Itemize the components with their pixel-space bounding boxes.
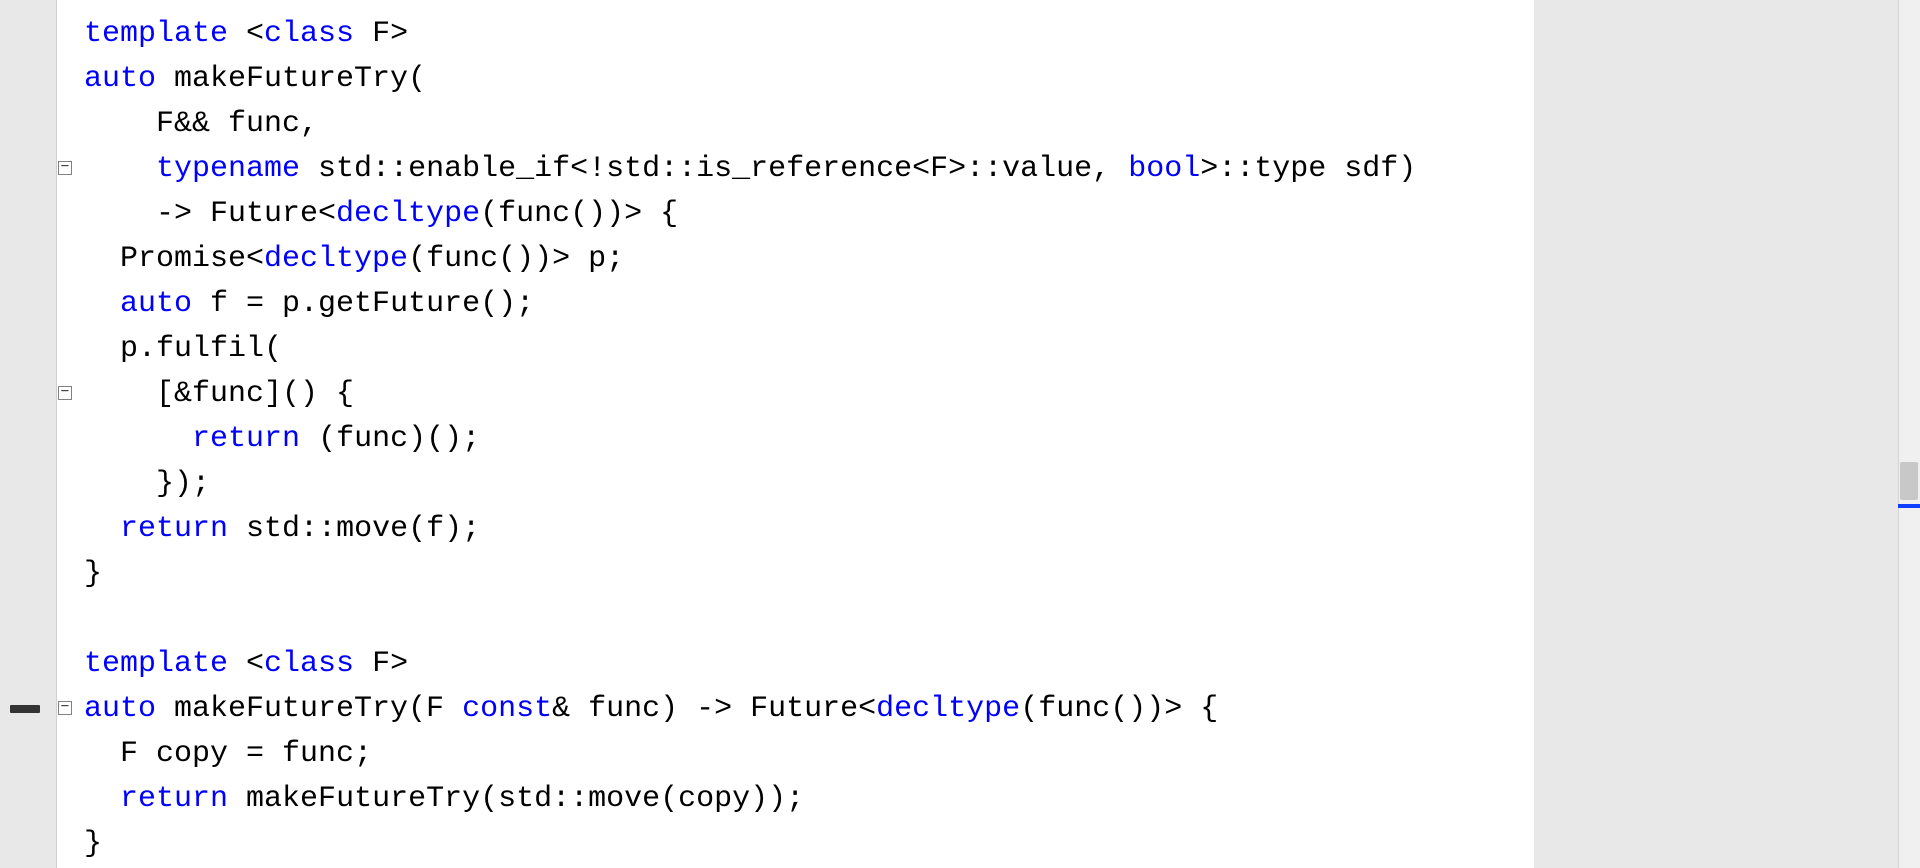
code-token: F&& func, (84, 107, 318, 141)
code-token-keyword: class (264, 647, 354, 681)
code-token: Promise< (84, 242, 264, 276)
code-token (84, 782, 120, 816)
code-token: F copy = func; (84, 737, 372, 771)
code-token-keyword: return (192, 422, 300, 456)
code-line[interactable]: } (84, 826, 102, 862)
code-token-keyword: decltype (264, 242, 408, 276)
code-line[interactable]: return makeFutureTry(std::move(copy)); (84, 781, 804, 817)
code-token: }); (84, 467, 210, 501)
scrollbar-thumb[interactable] (1900, 462, 1918, 500)
code-token: [&func]() { (84, 377, 354, 411)
code-token: >::type sdf) (1200, 152, 1416, 186)
code-token: < (228, 647, 264, 681)
code-line[interactable]: [&func]() { (84, 376, 354, 412)
code-token (84, 152, 156, 186)
code-line[interactable]: p.fulfil( (84, 331, 282, 367)
code-token: -> Future< (84, 197, 336, 231)
code-token: F> (354, 647, 408, 681)
code-token (84, 512, 120, 546)
code-line[interactable]: F copy = func; (84, 736, 372, 772)
breakpoint-marker-icon[interactable] (10, 705, 40, 713)
code-token: } (84, 557, 102, 591)
code-token (84, 287, 120, 321)
code-line[interactable]: }); (84, 466, 210, 502)
code-token: std::move(f); (228, 512, 480, 546)
code-token-keyword: auto (84, 62, 156, 96)
code-token: < (228, 17, 264, 51)
code-token-keyword: typename (156, 152, 300, 186)
code-token-keyword: template (84, 647, 228, 681)
editor-page: template <class F>auto makeFutureTry( F&… (0, 0, 1920, 868)
gutter (0, 0, 56, 868)
code-line[interactable]: -> Future<decltype(func())> { (84, 196, 678, 232)
vertical-scrollbar[interactable] (1898, 0, 1920, 868)
code-line[interactable]: return (func)(); (84, 421, 480, 457)
code-token: std::enable_if<!std::is_reference<F>::va… (300, 152, 1128, 186)
code-line[interactable]: template <class F> (84, 16, 408, 52)
code-token: makeFutureTry(std::move(copy)); (228, 782, 804, 816)
fold-toggle-icon[interactable] (58, 386, 72, 400)
code-token-keyword: class (264, 17, 354, 51)
code-line[interactable]: } (84, 556, 102, 592)
code-token: makeFutureTry(F (156, 692, 462, 726)
code-token-keyword: auto (120, 287, 192, 321)
code-line[interactable]: return std::move(f); (84, 511, 480, 547)
code-token-keyword: auto (84, 692, 156, 726)
code-token: } (84, 827, 102, 861)
code-token: p.fulfil( (84, 332, 282, 366)
code-token: F> (354, 17, 408, 51)
code-token-keyword: return (120, 512, 228, 546)
code-line[interactable]: F&& func, (84, 106, 318, 142)
code-line[interactable]: auto makeFutureTry(F const& func) -> Fut… (84, 691, 1218, 727)
fold-toggle-icon[interactable] (58, 161, 72, 175)
code-line[interactable]: template <class F> (84, 646, 408, 682)
code-token (84, 422, 192, 456)
fold-toggle-icon[interactable] (58, 701, 72, 715)
code-token-keyword: decltype (876, 692, 1020, 726)
code-token-keyword: decltype (336, 197, 480, 231)
code-token-keyword: template (84, 17, 228, 51)
code-line[interactable]: auto makeFutureTry( (84, 61, 426, 97)
code-area[interactable]: template <class F>auto makeFutureTry( F&… (80, 0, 1534, 868)
code-token: makeFutureTry( (156, 62, 426, 96)
code-token-keyword: return (120, 782, 228, 816)
code-token: (func)(); (300, 422, 480, 456)
code-token: (func())> p; (408, 242, 624, 276)
code-line[interactable]: auto f = p.getFuture(); (84, 286, 534, 322)
code-line[interactable]: Promise<decltype(func())> p; (84, 241, 624, 277)
scrollbar-change-marker (1898, 504, 1920, 508)
code-token: (func())> { (480, 197, 678, 231)
code-line[interactable]: typename std::enable_if<!std::is_referen… (84, 151, 1416, 187)
code-token-keyword: const (462, 692, 552, 726)
code-token: & func) -> Future< (552, 692, 876, 726)
code-token-keyword: bool (1128, 152, 1200, 186)
code-token: f = p.getFuture(); (192, 287, 534, 321)
code-token: (func())> { (1020, 692, 1218, 726)
